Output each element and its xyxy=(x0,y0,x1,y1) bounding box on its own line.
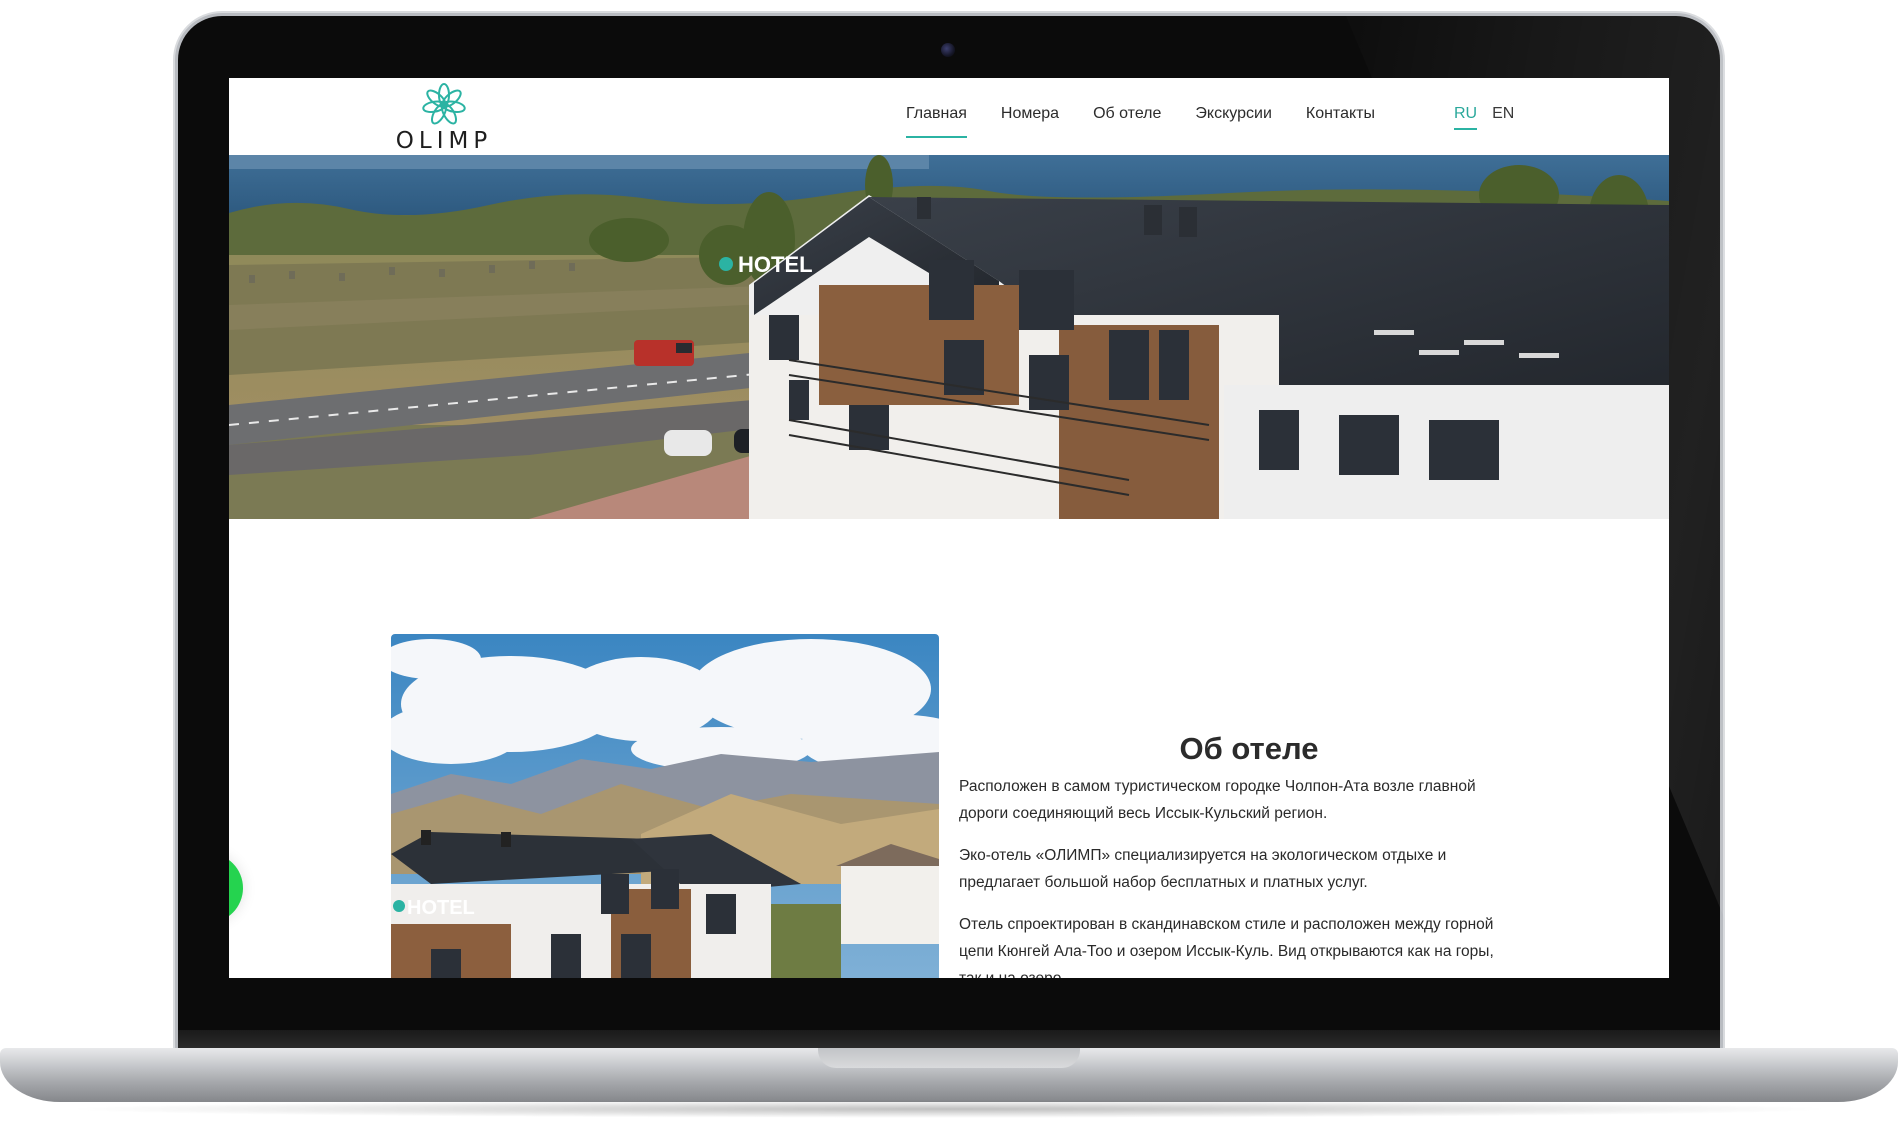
nav-item-home[interactable]: Главная xyxy=(906,103,967,138)
whatsapp-chat-button[interactable] xyxy=(229,853,243,923)
nav-item-rooms[interactable]: Номера xyxy=(1001,103,1059,133)
about-hotel-sign: HOTEL xyxy=(407,897,475,919)
main-nav: Главная Номера Об отеле Экскурсии Контак… xyxy=(906,103,1409,138)
hero-hotel-illustration: HOTEL xyxy=(229,155,1669,519)
nav-item-contacts[interactable]: Контакты xyxy=(1306,103,1375,133)
about-paragraph: Эко-отель «ОЛИМП» специализируется на эк… xyxy=(959,847,1447,891)
nav-item-about[interactable]: Об отеле xyxy=(1093,103,1161,133)
lang-ru[interactable]: RU xyxy=(1454,103,1478,130)
logo-text: OLIMP xyxy=(395,128,493,154)
site-header: OLIMP Главная Номера Об отеле Экскурсии … xyxy=(229,78,1669,155)
lang-en[interactable]: EN xyxy=(1492,103,1514,125)
hero-hotel-sign: HOTEL xyxy=(738,252,813,277)
laptop-shadow xyxy=(60,1100,1838,1118)
hero-image: HOTEL xyxy=(229,155,1669,519)
about-title: Об отеле xyxy=(1179,730,1319,766)
laptop-notch xyxy=(818,1048,1080,1068)
laptop-hinge xyxy=(178,1030,1720,1048)
website-screen: OLIMP Главная Номера Об отеле Экскурсии … xyxy=(229,78,1669,978)
about-hotel-illustration: HOTEL xyxy=(391,634,939,978)
about-text: Расположен в самом туристическом городке… xyxy=(959,773,1519,978)
about-paragraph: Отель спроектирован в скандинавском стил… xyxy=(959,916,1494,978)
nav-item-excursions[interactable]: Экскурсии xyxy=(1195,103,1271,133)
about-paragraph: Расположен в самом туристическом городке… xyxy=(959,778,1476,822)
lotus-logo-icon xyxy=(422,83,466,125)
about-photo: HOTEL xyxy=(391,634,939,978)
language-switcher: RU EN xyxy=(1454,103,1529,130)
webcam xyxy=(941,43,955,57)
logo[interactable]: OLIMP xyxy=(389,81,499,154)
